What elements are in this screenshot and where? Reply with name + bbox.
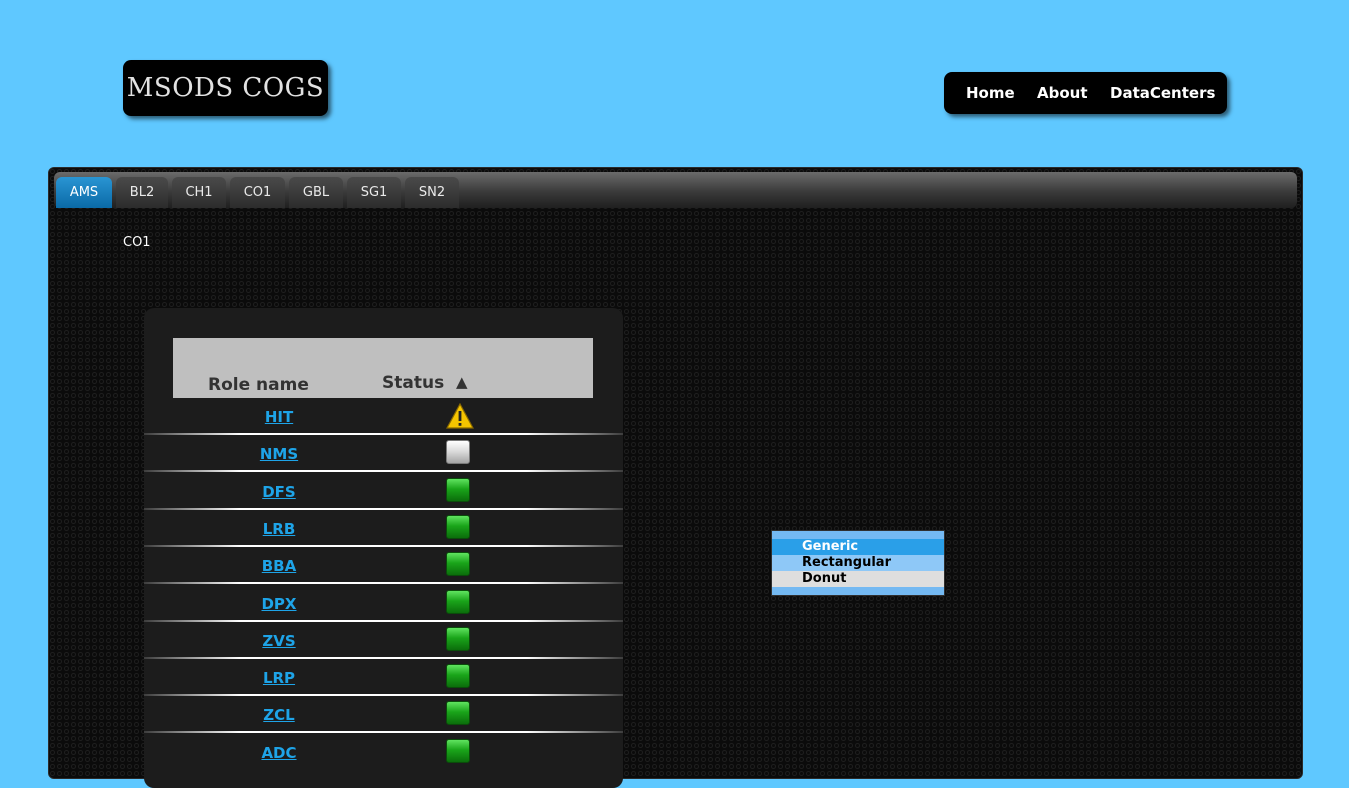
nav-home-link[interactable]: Home: [966, 72, 1015, 114]
status-ok-icon: [446, 738, 472, 765]
role-link[interactable]: ZCL: [229, 706, 329, 724]
site-logo: MSODS COGS: [123, 60, 328, 116]
role-link[interactable]: BBA: [229, 557, 329, 575]
chart-type-option-generic[interactable]: Generic: [772, 539, 944, 555]
table-row: ADC: [144, 734, 623, 771]
tab-sn2[interactable]: SN2: [405, 177, 459, 208]
table-row: DPX: [144, 585, 623, 622]
tab-bl2[interactable]: BL2: [116, 177, 168, 208]
role-link[interactable]: ADC: [229, 744, 329, 762]
table-row: NMS: [144, 435, 623, 472]
status-ok-icon: [446, 514, 472, 541]
datacenter-tab-bar: AMS BL2 CH1 CO1 GBL SG1 SN2: [54, 172, 1297, 208]
status-unknown-icon: [446, 440, 472, 466]
table-row: DFS: [144, 473, 623, 510]
status-ok-icon: [446, 552, 472, 578]
tab-gbl[interactable]: GBL: [289, 177, 343, 208]
datacenter-label: CO1: [123, 235, 151, 250]
role-link[interactable]: NMS: [229, 445, 329, 463]
tab-ch1[interactable]: CH1: [172, 177, 226, 208]
table-row: LRP: [144, 659, 623, 696]
column-header-status[interactable]: Status: [382, 373, 444, 393]
role-link[interactable]: DFS: [229, 483, 329, 501]
tab-ams[interactable]: AMS: [56, 177, 112, 208]
role-link[interactable]: HIT: [229, 408, 329, 426]
nav-datacenters-link[interactable]: DataCenters: [1110, 72, 1215, 114]
table-row: HIT: [144, 398, 623, 435]
top-nav: Home About DataCenters: [944, 72, 1227, 114]
chart-type-option-donut[interactable]: Donut: [772, 571, 944, 587]
table-row: ZCL: [144, 696, 623, 733]
datacenter-panel: AMS BL2 CH1 CO1 GBL SG1 SN2 CO1 Role nam…: [48, 167, 1303, 788]
status-ok-icon: [446, 589, 472, 616]
status-ok-icon: [446, 664, 472, 690]
status-ok-icon: [446, 477, 472, 504]
role-link[interactable]: ZVS: [229, 632, 329, 650]
table-row: ZVS: [144, 622, 623, 659]
tab-co1[interactable]: CO1: [230, 177, 285, 208]
status-ok-icon: [446, 701, 472, 727]
role-link[interactable]: DPX: [229, 595, 329, 613]
chart-type-list[interactable]: Generic Rectangular Donut: [771, 530, 945, 596]
role-link[interactable]: LRB: [229, 520, 329, 538]
status-ok-icon: [446, 626, 472, 653]
table-row: BBA: [144, 547, 623, 584]
tab-sg1[interactable]: SG1: [347, 177, 401, 208]
roles-table: Role name Status ▲ HIT NMS DFS LRB BBA DPX ZVS…: [144, 308, 623, 788]
chart-type-option-rectangular[interactable]: Rectangular: [772, 555, 944, 571]
table-row: LRB: [144, 510, 623, 547]
table-header: Role name Status ▲: [173, 338, 593, 398]
column-header-role-name[interactable]: Role name: [208, 375, 309, 395]
role-link[interactable]: LRP: [229, 669, 329, 687]
nav-about-link[interactable]: About: [1037, 72, 1088, 114]
warning-icon: [445, 402, 475, 429]
sort-ascending-icon[interactable]: ▲: [456, 373, 468, 391]
